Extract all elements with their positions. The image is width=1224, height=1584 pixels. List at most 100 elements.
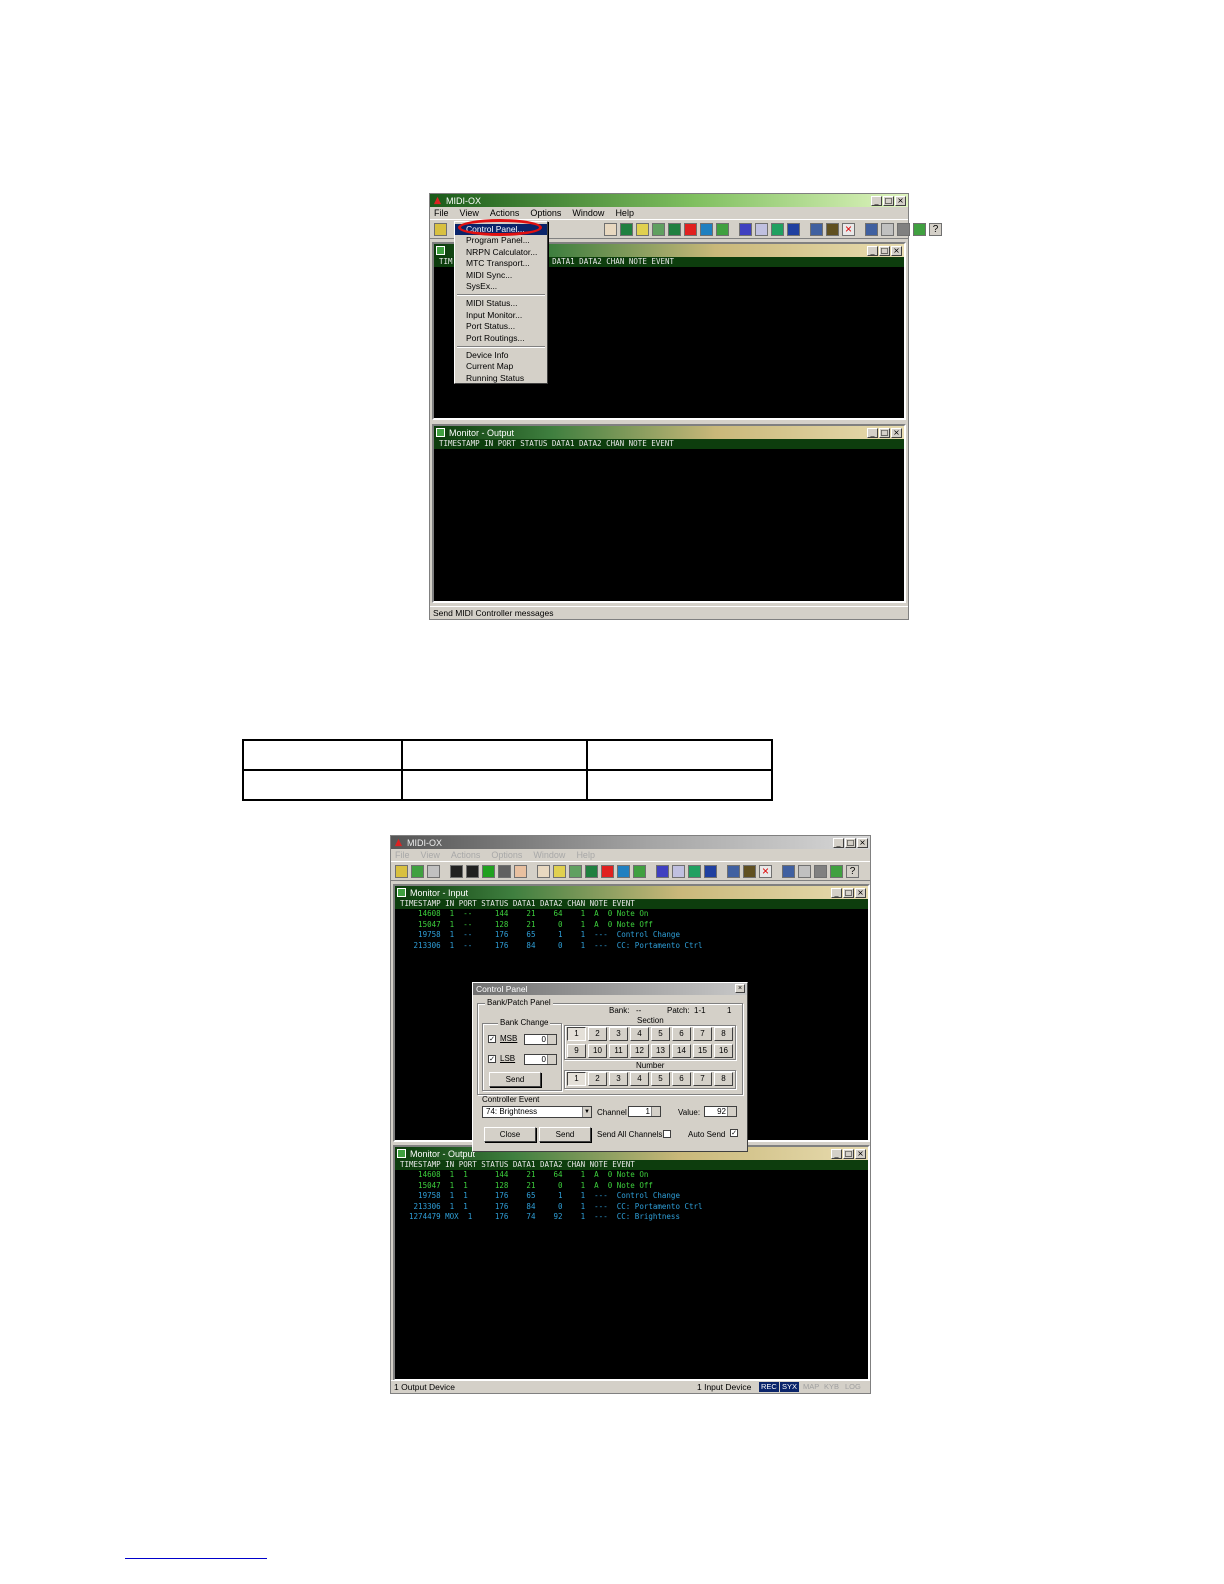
sysex-icon[interactable]	[537, 864, 550, 878]
syx-badge[interactable]: SYX	[780, 1382, 800, 1392]
minimize-button[interactable]: _	[831, 1148, 842, 1159]
map-badge[interactable]: MAP	[801, 1382, 821, 1392]
menu-window[interactable]: Window	[572, 208, 604, 218]
clock-icon[interactable]	[514, 864, 527, 878]
maximize-button[interactable]: □	[843, 887, 854, 898]
section-button[interactable]: 14	[672, 1044, 691, 1058]
send-button[interactable]: Send	[539, 1127, 591, 1142]
delete-icon[interactable]: ×	[759, 864, 772, 878]
rec-badge[interactable]: REC	[759, 1382, 779, 1392]
lsb-checkbox[interactable]: ✓	[488, 1055, 496, 1063]
sysex-icon[interactable]	[604, 222, 617, 236]
menu-actions[interactable]: Actions	[451, 850, 481, 860]
menu-options[interactable]: Options	[491, 850, 522, 860]
in-port-icon[interactable]	[450, 864, 463, 878]
chevron-down-icon[interactable]: ▼	[582, 1107, 591, 1117]
menu-help[interactable]: Help	[615, 208, 634, 218]
number-button[interactable]: 4	[630, 1072, 649, 1086]
globe-icon[interactable]	[787, 222, 800, 236]
menu-item-midi-status[interactable]: MIDI Status...	[455, 298, 547, 309]
bank-send-button[interactable]: Send	[489, 1072, 541, 1087]
section-button[interactable]: 12	[630, 1044, 649, 1058]
menu-options[interactable]: Options	[530, 208, 561, 218]
filter-icon[interactable]	[739, 222, 752, 236]
print-icon[interactable]	[427, 864, 440, 878]
transform-icon[interactable]	[755, 222, 768, 236]
mapper-icon[interactable]	[771, 222, 784, 236]
section-button[interactable]: 7	[693, 1027, 712, 1041]
close-button[interactable]: ×	[857, 837, 868, 848]
menu-item-device-info[interactable]: Device Info	[455, 350, 547, 361]
transform-icon[interactable]	[672, 864, 685, 878]
panel-icon[interactable]	[913, 222, 926, 236]
keyboard-icon[interactable]	[620, 222, 633, 236]
help-icon[interactable]: ?	[929, 222, 942, 236]
section-button[interactable]: 13	[651, 1044, 670, 1058]
bottle-icon[interactable]	[743, 864, 756, 878]
map-icon[interactable]	[585, 864, 598, 878]
section-button[interactable]: 16	[714, 1044, 733, 1058]
number-button[interactable]: 5	[651, 1072, 670, 1086]
lock-icon[interactable]	[897, 222, 910, 236]
menu-item-program-panel[interactable]: Program Panel...	[455, 235, 547, 246]
minimize-button[interactable]: _	[867, 427, 878, 438]
mapper-icon[interactable]	[688, 864, 701, 878]
number-button[interactable]: 1	[567, 1072, 586, 1086]
section-button[interactable]: 5	[651, 1027, 670, 1041]
section-button[interactable]: 3	[609, 1027, 628, 1041]
minimize-button[interactable]: _	[867, 245, 878, 256]
pencil-icon[interactable]	[553, 864, 566, 878]
auto-send-checkbox[interactable]: ✓	[730, 1129, 738, 1137]
grid-icon[interactable]	[633, 864, 646, 878]
close-button[interactable]: ×	[855, 887, 866, 898]
minimize-button[interactable]: _	[831, 887, 842, 898]
maximize-button[interactable]: □	[879, 245, 890, 256]
menu-item-nrpn-calculator[interactable]: NRPN Calculator...	[455, 247, 547, 258]
close-button[interactable]: ×	[895, 195, 906, 206]
maximize-button[interactable]: □	[879, 427, 890, 438]
route-icon[interactable]	[684, 222, 697, 236]
close-button[interactable]: Close	[484, 1127, 536, 1142]
section-button[interactable]: 11	[609, 1044, 628, 1058]
menu-window[interactable]: Window	[533, 850, 565, 860]
number-button[interactable]: 8	[714, 1072, 733, 1086]
menu-view[interactable]: View	[421, 850, 440, 860]
stop-icon[interactable]	[498, 864, 511, 878]
maximize-button[interactable]: □	[883, 195, 894, 206]
play-icon[interactable]	[482, 864, 495, 878]
minimize-button[interactable]: _	[833, 837, 844, 848]
port-icon[interactable]	[569, 864, 582, 878]
grid-icon[interactable]	[716, 222, 729, 236]
msb-checkbox[interactable]: ✓	[488, 1035, 496, 1043]
kyb-badge[interactable]: KYB	[822, 1382, 841, 1392]
close-button[interactable]: ×	[891, 427, 902, 438]
filter-icon[interactable]	[656, 864, 669, 878]
menu-help[interactable]: Help	[576, 850, 595, 860]
menu-item-running-status[interactable]: Running Status	[455, 373, 547, 384]
menu-item-input-monitor[interactable]: Input Monitor...	[455, 310, 547, 321]
value-spinner[interactable]: 92	[704, 1106, 737, 1117]
menu-item-port-status[interactable]: Port Status...	[455, 321, 547, 332]
bottle-icon[interactable]	[826, 222, 839, 236]
menu-file[interactable]: File	[434, 208, 449, 218]
number-button[interactable]: 6	[672, 1072, 691, 1086]
lsb-spinner[interactable]: 0	[524, 1054, 557, 1065]
save-icon[interactable]	[411, 864, 424, 878]
record-icon[interactable]	[727, 864, 740, 878]
menu-view[interactable]: View	[460, 208, 479, 218]
channel-spinner[interactable]: 1	[628, 1106, 661, 1117]
menu-file[interactable]: File	[395, 850, 410, 860]
route-icon[interactable]	[601, 864, 614, 878]
delete-icon[interactable]: ×	[842, 222, 855, 236]
map-icon[interactable]	[668, 222, 681, 236]
section-button[interactable]: 10	[588, 1044, 607, 1058]
msb-spinner[interactable]: 0	[524, 1034, 557, 1045]
window-icon[interactable]	[865, 222, 878, 236]
minimize-button[interactable]: _	[871, 195, 882, 206]
close-button[interactable]: ×	[891, 245, 902, 256]
record-icon[interactable]	[810, 222, 823, 236]
number-button[interactable]: 3	[609, 1072, 628, 1086]
maximize-button[interactable]: □	[845, 837, 856, 848]
out-port-icon[interactable]	[466, 864, 479, 878]
send-all-channels-checkbox[interactable]	[663, 1130, 671, 1138]
